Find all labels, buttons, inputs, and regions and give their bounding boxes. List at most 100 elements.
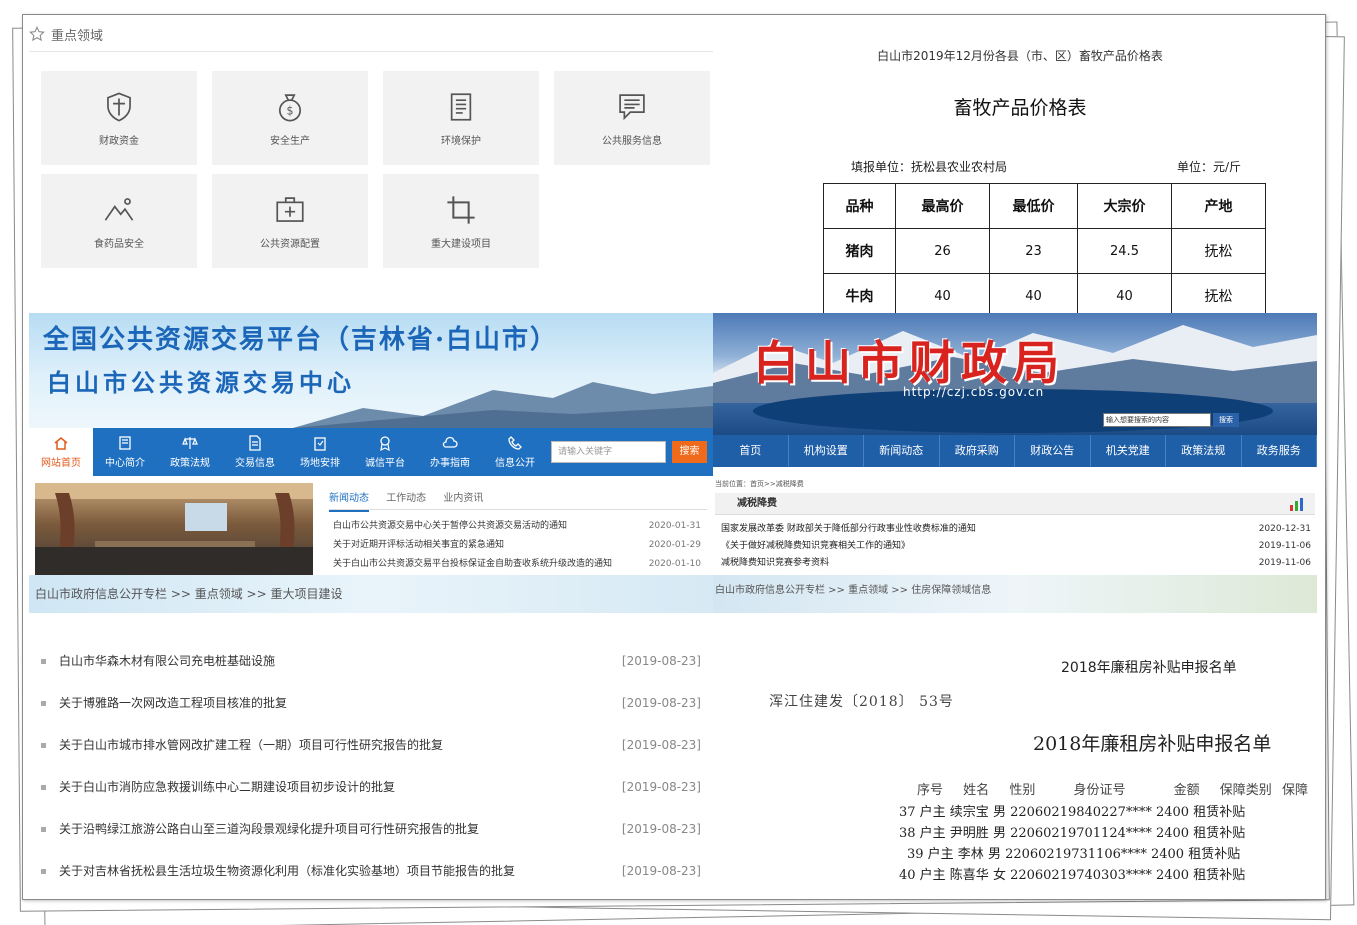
item-title: 关于白山市城市排水管网改扩建工程（一期）项目可行性研究报告的批复: [59, 738, 444, 752]
item-date: [2019-08-23]: [621, 738, 701, 752]
table-header-row: 品种 最高价 最低价 大宗价 产地: [823, 183, 1266, 229]
list-item[interactable]: 关于沿鸭绿江旅游公路白山至三道沟段景观绿化提升项目可行性研究报告的批复 [201…: [39, 819, 703, 839]
item-title: 关于沿鸭绿江旅游公路白山至三道沟段景观绿化提升项目可行性研究报告的批复: [59, 822, 480, 836]
nav-item[interactable]: 机关党建: [1091, 435, 1166, 467]
nav-venue[interactable]: 场地安排: [288, 428, 352, 476]
list-item[interactable]: 关于对吉林省抚松县生活垃圾生物资源化利用（标准化实验基地）项目节能报告的批复 […: [39, 861, 703, 881]
col-header: 金额: [1173, 783, 1200, 798]
list-item[interactable]: 关于对近期开评标活动相关事宜的紧急通知 2020-01-29: [327, 536, 707, 555]
mountain-icon: [104, 197, 134, 221]
news-date: 2020-01-31: [648, 521, 701, 531]
nav-item[interactable]: 财政公告: [1015, 435, 1091, 467]
resource-trading-panel: 全国公共资源交易平台（吉林省·白山市） 白山市公共资源交易中心 网站首页 中心简…: [29, 313, 713, 613]
item-title: 减税降费知识竞赛参考资料: [721, 558, 830, 568]
col-header: 最高价: [895, 183, 990, 229]
nav-trade-info[interactable]: 交易信息: [223, 428, 287, 476]
livestock-price-panel: 白山市2019年12月份各县（市、区）畜牧产品价格表 畜牧产品价格表 填报单位：…: [713, 15, 1325, 315]
trading-title-1: 全国公共资源交易平台（吉林省·白山市）: [43, 325, 559, 355]
tile-public-service[interactable]: 公共服务信息: [554, 71, 710, 165]
item-date: [2019-08-23]: [621, 654, 701, 668]
bullet: [41, 659, 46, 664]
col-header: 产地: [1171, 183, 1266, 229]
nav-item[interactable]: 首页: [713, 435, 789, 467]
tile-public-resource-allocation[interactable]: 公共资源配置: [212, 174, 368, 268]
table-cell: 24.5: [1077, 228, 1172, 274]
breadcrumb: 白山市政府信息公开专栏 >> 重点领域 >> 住房保障领域信息: [713, 575, 1317, 613]
table-cell: 26: [895, 228, 990, 274]
list-item[interactable]: 减税降费知识竞赛参考资料 2019-11-06: [715, 555, 1313, 572]
bullet: [41, 869, 46, 874]
tile-food-drug-safety[interactable]: 食药品安全: [41, 174, 197, 268]
finance-search-button[interactable]: 搜索: [1213, 413, 1239, 427]
finance-search-input[interactable]: 输入想要搜索的内容: [1103, 413, 1211, 427]
list-item[interactable]: 关于白山市消防应急救援训练中心二期建设项目初步设计的批复 [2019-08-23…: [39, 777, 703, 797]
tab-work[interactable]: 工作动态: [386, 493, 426, 504]
col-header: 大宗价: [1077, 183, 1172, 229]
rent-doc-number: 浑江住建发〔2018〕 53号: [769, 694, 954, 710]
nav-home[interactable]: 网站首页: [29, 428, 93, 476]
nav-item[interactable]: 政务服务: [1242, 435, 1317, 467]
money-bag-icon: $: [278, 93, 302, 121]
tile-label: 财政资金: [99, 135, 139, 147]
list-item[interactable]: 国家发展改革委 财政部关于降低部分行政事业性收费标准的通知 2020-12-31: [715, 521, 1313, 538]
tab-industry[interactable]: 业内资讯: [443, 493, 483, 504]
nav-label: 中心简介: [105, 458, 145, 469]
list-item[interactable]: 《关于做好减税降费知识竞赛相关工作的通知》 2019-11-06: [715, 538, 1313, 555]
finance-banner: 白山市财政局 http://czj.cbs.gov.cn 输入想要搜索的内容 搜…: [713, 313, 1317, 435]
nav-item[interactable]: 政策法规: [1166, 435, 1242, 467]
trading-search-input[interactable]: 请输入关键字: [551, 441, 666, 463]
item-date: [2019-08-23]: [621, 822, 701, 836]
tile-label: 公共服务信息: [602, 135, 662, 147]
trading-banner: 全国公共资源交易平台（吉林省·白山市） 白山市公共资源交易中心: [29, 313, 713, 428]
finance-section-title: 减税降费: [715, 493, 1315, 515]
item-title: 国家发展改革委 财政部关于降低部分行政事业性收费标准的通知: [721, 524, 976, 534]
nav-disclosure[interactable]: 信息公开: [483, 428, 547, 476]
nav-credit[interactable]: 诚信平台: [353, 428, 417, 476]
col-header: 保障: [1281, 783, 1308, 798]
nav-policy[interactable]: 政策法规: [158, 428, 222, 476]
nav-label: 网站首页: [41, 458, 81, 469]
trading-search-button[interactable]: 搜索: [672, 441, 707, 463]
divider: [29, 51, 713, 52]
item-date: [2019-08-23]: [621, 780, 701, 794]
table-cell: 牛肉: [823, 273, 896, 315]
list-item[interactable]: 白山市华森木材有限公司充电桩基础设施 [2019-08-23]: [39, 651, 703, 671]
news-date: 2020-01-10: [648, 559, 701, 569]
news-date: 2020-01-29: [648, 540, 701, 550]
nav-label: 交易信息: [235, 458, 275, 469]
key-areas-panel: 重点领域 财政资金 $ 安全生产 环境保护 公共服务信息 食药品安全 公共资源配…: [23, 15, 713, 315]
nav-guide[interactable]: 办事指南: [418, 428, 482, 476]
tile-safety-production[interactable]: $ 安全生产: [212, 71, 368, 165]
section-label: 减税降费: [737, 498, 777, 509]
nav-label: 政策法规: [170, 458, 210, 469]
nav-item[interactable]: 机构设置: [789, 435, 864, 467]
list-item[interactable]: 白山市公共资源交易中心关于暂停公共资源交易活动的通知 2020-01-31: [327, 517, 707, 536]
phone-icon: [508, 436, 522, 450]
tile-environment[interactable]: 环境保护: [383, 71, 539, 165]
collage-stage: 重点领域 财政资金 $ 安全生产 环境保护 公共服务信息 食药品安全 公共资源配…: [0, 0, 1357, 925]
item-date: 2019-11-06: [1258, 541, 1311, 551]
list-item[interactable]: 关于白山市公共资源交易平台投标保证金自助查收系统升级改造的通知 2020-01-…: [327, 555, 707, 574]
tile-finance-funds[interactable]: 财政资金: [41, 71, 197, 165]
nav-item[interactable]: 政府采购: [940, 435, 1015, 467]
item-title: 白山市华森木材有限公司充电桩基础设施: [59, 654, 276, 668]
item-date: [2019-08-23]: [621, 696, 701, 710]
list-item[interactable]: 关于白山市城市排水管网改扩建工程（一期）项目可行性研究报告的批复 [2019-0…: [39, 735, 703, 755]
trading-title-2: 白山市公共资源交易中心: [47, 368, 355, 397]
news-tabs: 新闻动态 工作动态 业内资讯: [329, 489, 497, 512]
price-title: 畜牧产品价格表: [953, 97, 1087, 119]
crop-icon: [447, 195, 475, 224]
finance-logo: 白山市财政局: [753, 336, 1065, 390]
col-header: 性别: [1009, 783, 1036, 798]
meeting-room-photo: [35, 483, 313, 575]
finance-nav: 首页 机构设置 新闻动态 政府采购 财政公告 机关党建 政策法规 政务服务: [713, 435, 1317, 467]
news-title: 白山市公共资源交易中心关于暂停公共资源交易活动的通知: [333, 521, 568, 531]
bullet: [41, 785, 46, 790]
nav-item[interactable]: 新闻动态: [864, 435, 940, 467]
table-cell: 40: [1077, 273, 1172, 315]
item-title: 关于博雅路一次网改造工程项目核准的批复: [59, 696, 288, 710]
tile-major-construction[interactable]: 重大建设项目: [383, 174, 539, 268]
tile-label: 环境保护: [441, 135, 481, 147]
nav-center-intro[interactable]: 中心简介: [93, 428, 157, 476]
list-item[interactable]: 关于博雅路一次网改造工程项目核准的批复 [2019-08-23]: [39, 693, 703, 713]
